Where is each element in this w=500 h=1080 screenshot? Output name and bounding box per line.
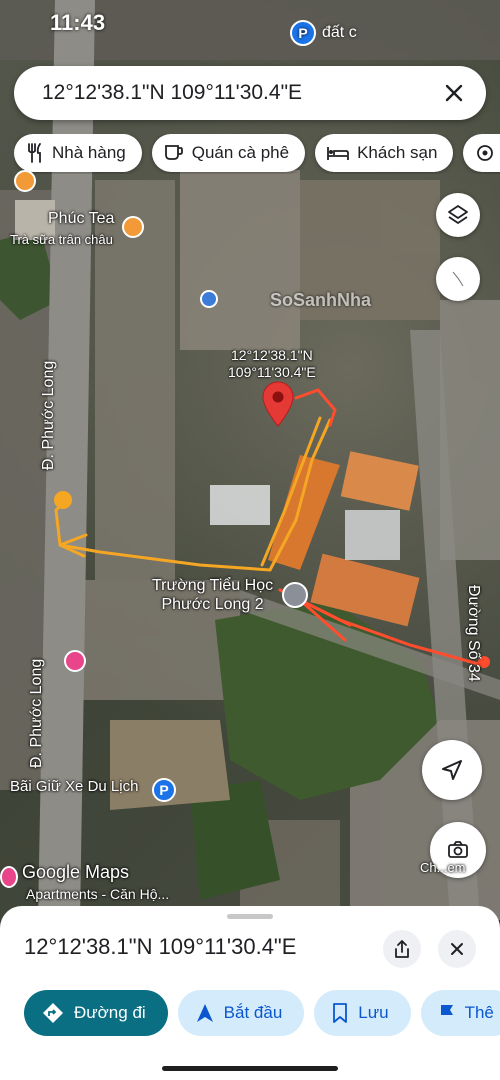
- watermark: SoSanhNha: [270, 290, 372, 310]
- clear-search-icon[interactable]: [440, 79, 468, 107]
- layers-button[interactable]: [436, 193, 480, 237]
- action-buttons: Đường đi Bắt đầu Lưu Thê: [24, 990, 500, 1038]
- cafe-marker-icon[interactable]: [122, 216, 144, 238]
- hotel-icon: [327, 147, 349, 160]
- add-label-text: Thê: [464, 1003, 494, 1022]
- chip-label: Quán cà phê: [191, 143, 290, 162]
- my-location-button[interactable]: [422, 740, 482, 800]
- chip-label: Khách sạn: [357, 143, 438, 162]
- hotel-marker-icon[interactable]: [0, 866, 18, 888]
- save-label: Lưu: [358, 1003, 389, 1022]
- cafe-name-label[interactable]: Phúc Tea: [48, 210, 114, 228]
- navigation-arrow-icon: [196, 1004, 213, 1022]
- place-bottom-sheet[interactable]: 12°12'38.1"N 109°11'30.4"E Đường đi Bắt …: [0, 906, 500, 1080]
- parking-marker-icon[interactable]: P: [290, 20, 316, 46]
- location-arrow-icon: [442, 760, 462, 780]
- search-bar[interactable]: 12°12'38.1"N 109°11'30.4"E: [14, 66, 486, 120]
- status-poi: P đất c: [290, 20, 357, 46]
- directions-label: Đường đi: [74, 1003, 146, 1022]
- street-label-duong-so-34: Đường Số 34: [465, 585, 482, 682]
- chip-cafes[interactable]: Quán cà phê: [151, 134, 306, 172]
- place-title: 12°12'38.1"N 109°11'30.4"E: [24, 934, 297, 959]
- compass-icon: [452, 271, 464, 287]
- share-icon: [395, 940, 409, 958]
- status-time: 11:43: [50, 10, 106, 35]
- school-label[interactable]: Trường Tiểu Học Phước Long 2: [152, 576, 273, 614]
- dropped-pin-icon[interactable]: [260, 381, 296, 427]
- close-icon: [451, 943, 463, 955]
- pin-lng: 109°11'30.4"E: [228, 364, 316, 380]
- school-name-line2: Phước Long 2: [161, 596, 264, 613]
- hotel-marker-icon[interactable]: [64, 650, 86, 672]
- directions-icon: [43, 1003, 63, 1023]
- camera-label: Ch...em: [420, 860, 466, 875]
- save-button[interactable]: Lưu: [314, 990, 411, 1036]
- apartments-label[interactable]: Apartments - Căn Hộ...: [26, 886, 169, 902]
- sheet-grabber[interactable]: [227, 914, 273, 919]
- directions-button[interactable]: Đường đi: [24, 990, 168, 1036]
- add-label-button[interactable]: Thê: [420, 990, 500, 1036]
- chip-label: Nhà hàng: [52, 143, 126, 162]
- parking-label[interactable]: Bãi Giữ Xe Du Lịch: [10, 778, 138, 795]
- poi-label: đất c: [322, 24, 357, 41]
- bus-stop-icon[interactable]: [200, 290, 218, 308]
- search-query[interactable]: 12°12'38.1"N 109°11'30.4"E: [42, 81, 440, 105]
- flag-icon: [440, 1005, 453, 1022]
- chip-attractions[interactable]: Đị: [463, 134, 500, 172]
- school-name-line1: Trường Tiểu Học: [152, 577, 274, 594]
- street-label-phuoc-long-top: Đ. Phước Long: [40, 360, 57, 470]
- start-label: Bắt đầu: [223, 1003, 283, 1022]
- school-marker-icon[interactable]: [282, 582, 308, 608]
- category-chips: Nhà hàng Quán cà phê Khách sạn Đị: [14, 134, 500, 174]
- restaurant-icon: [28, 143, 41, 163]
- pin-lat: 12°12'38.1"N: [230, 347, 313, 363]
- google-maps-logo: Google Maps: [22, 862, 130, 882]
- share-button[interactable]: [383, 930, 421, 968]
- satellite-map[interactable]: 11:43 P đất c 12°12'38.1"N 109°11'30.4"E…: [0, 0, 500, 920]
- cafe-desc-label: Trà sữa trân châu: [10, 232, 113, 247]
- compass-button[interactable]: [436, 257, 480, 301]
- attraction-icon: [477, 145, 494, 161]
- chip-restaurants[interactable]: Nhà hàng: [14, 134, 142, 172]
- layers-icon: [448, 205, 468, 224]
- cafe-marker-icon[interactable]: [14, 170, 36, 192]
- pin-coordinates-label: 12°12'38.1"N 109°11'30.4"E: [228, 347, 316, 381]
- start-button[interactable]: Bắt đầu: [177, 990, 305, 1036]
- street-label-phuoc-long-bottom: Đ. Phước Long: [28, 658, 45, 768]
- parking-marker-icon[interactable]: P: [152, 778, 176, 802]
- chip-hotels[interactable]: Khách sạn: [315, 134, 454, 172]
- bookmark-icon: [333, 1003, 348, 1023]
- home-indicator: [162, 1066, 338, 1071]
- close-sheet-button[interactable]: [438, 930, 476, 968]
- camera-icon: [448, 841, 468, 858]
- coffee-icon: [164, 145, 183, 160]
